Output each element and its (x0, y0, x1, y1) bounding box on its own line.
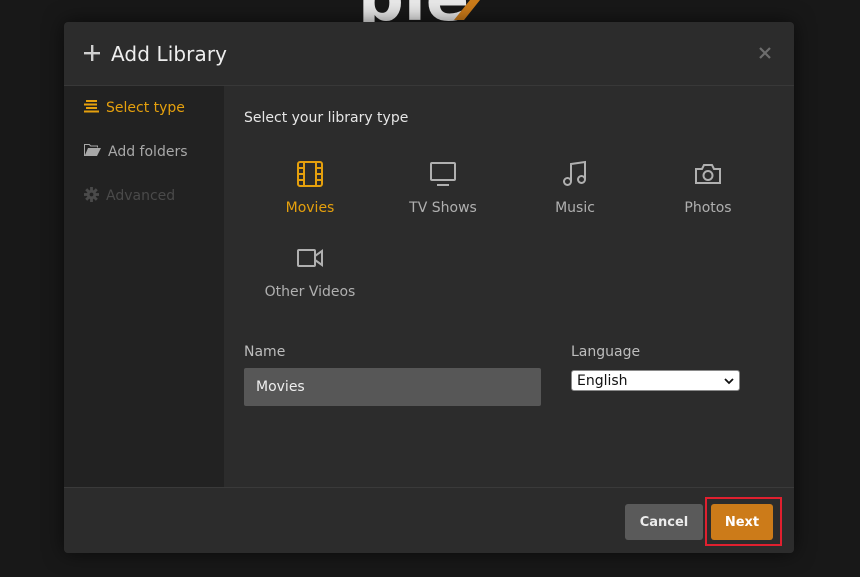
sidebar-item-label: Select type (106, 100, 185, 116)
language-select[interactable]: English (571, 370, 740, 391)
camera-icon (694, 162, 722, 190)
list-icon (84, 99, 106, 117)
type-label: TV Shows (409, 200, 477, 216)
chevron-down-icon (724, 373, 734, 389)
video-camera-icon (296, 247, 324, 273)
dialog-header: Add Library (64, 22, 794, 86)
gear-icon (84, 186, 106, 206)
sidebar-item-advanced: Advanced (84, 184, 175, 208)
type-option-music[interactable]: Music (515, 158, 635, 228)
language-field-label: Language (571, 344, 641, 360)
music-note-icon (562, 160, 588, 192)
cancel-button[interactable]: Cancel (625, 504, 703, 540)
name-field-label: Name (244, 344, 286, 360)
folder-open-icon (84, 143, 108, 161)
dialog-footer: Cancel Next (64, 487, 794, 553)
sidebar-item-select-type[interactable]: Select type (84, 96, 185, 120)
type-label: Other Videos (264, 284, 356, 300)
sidebar-item-add-folders[interactable]: Add folders (84, 140, 188, 164)
type-option-photos[interactable]: Photos (648, 158, 768, 228)
svg-text:ple: ple (358, 0, 469, 22)
close-icon (759, 44, 771, 63)
type-option-movies[interactable]: Movies (250, 158, 370, 228)
type-label: Photos (684, 200, 732, 216)
next-button[interactable]: Next (711, 504, 773, 540)
type-option-other-videos[interactable]: Other Videos (250, 242, 370, 312)
film-icon (296, 160, 324, 192)
language-selected-value: English (577, 372, 628, 389)
type-label: Movies (285, 200, 335, 216)
plus-icon (84, 45, 100, 61)
sidebar-item-label: Add folders (108, 144, 188, 160)
library-name-input[interactable] (244, 368, 541, 406)
plex-logo: ple (358, 0, 498, 22)
library-type-prompt: Select your library type (244, 110, 409, 126)
type-label: Music (555, 200, 595, 216)
dialog-title: Add Library (111, 42, 228, 66)
wizard-steps-sidebar: Select type Add folders Advanced (64, 86, 224, 487)
library-type-panel: Select your library type Movies TV Shows (224, 86, 794, 487)
sidebar-item-label: Advanced (106, 188, 176, 204)
tv-icon (429, 161, 457, 191)
add-library-dialog: Add Library Select type Add folders Adva… (64, 22, 794, 553)
close-button[interactable] (752, 40, 778, 66)
type-option-tv-shows[interactable]: TV Shows (383, 158, 503, 228)
